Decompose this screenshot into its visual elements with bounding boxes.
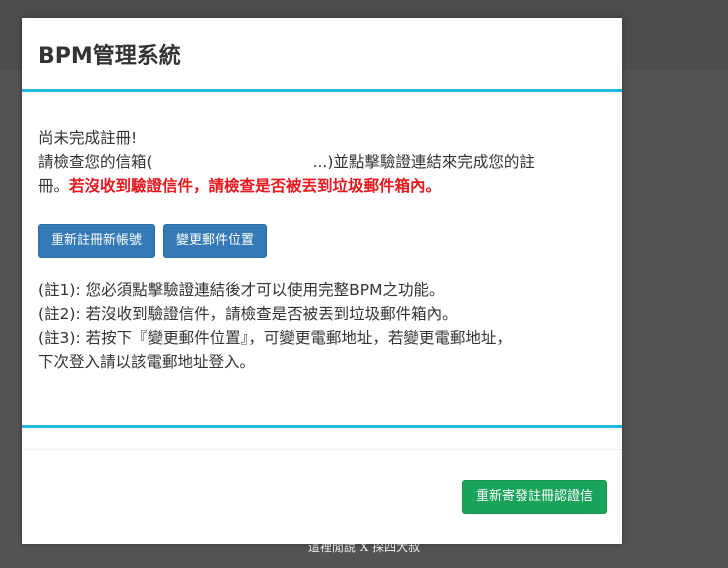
note-1: (註1): 您必須點擊驗證連結後才可以使用完整BPM之功能。 <box>38 281 445 299</box>
modal-header: BPM管理系統 <box>22 18 622 92</box>
registration-incomplete-text: 尚未完成註冊! <box>38 129 138 147</box>
notes-section: (註1): 您必須點擊驗證連結後才可以使用完整BPM之功能。 (註2): 若沒收… <box>38 278 604 374</box>
check-email-text: 請檢查您的信箱( ...)並點擊驗證連結來完成您的註 <box>38 150 604 174</box>
modal-title: BPM管理系統 <box>38 44 181 69</box>
footer-accent-line <box>22 425 622 428</box>
check-email-prefix: 請檢查您的信箱( <box>38 153 153 171</box>
note-2: (註2): 若沒收到驗證信件，請檢查是否被丟到垃圾郵件箱內。 <box>38 305 458 323</box>
modal-body: 尚未完成註冊! 請檢查您的信箱( ...)並點擊驗證連結來完成您的註 冊。若沒收到… <box>38 126 604 374</box>
registration-warning-line: 冊。若沒收到驗證信件，請檢查是否被丟到垃圾郵件箱內。 <box>38 174 604 198</box>
registration-modal: BPM管理系統 尚未完成註冊! 請檢查您的信箱( ...)並點擊驗證連結來完成您的… <box>22 18 622 544</box>
footer-divider <box>22 449 622 450</box>
resend-verification-button[interactable]: 重新寄發註冊認證信 <box>461 480 607 514</box>
reregister-button[interactable]: 重新註冊新帳號 <box>38 224 156 258</box>
action-button-row: 重新註冊新帳號 變更郵件位置 <box>38 224 604 258</box>
spam-warning-text: 若沒收到驗證信件，請檢查是否被丟到垃圾郵件箱內。 <box>69 177 442 195</box>
note-3: (註3): 若按下『變更郵件位置』，可變更電郵地址，若變更電郵地址， <box>38 329 512 347</box>
note-3-continued: 下次登入請以該電郵地址登入。 <box>38 353 256 371</box>
change-email-button[interactable]: 變更郵件位置 <box>162 224 267 258</box>
check-email-suffix: ...)並點擊驗證連結來完成您的註 <box>312 153 535 171</box>
registration-line-prefix: 冊。 <box>38 177 70 195</box>
